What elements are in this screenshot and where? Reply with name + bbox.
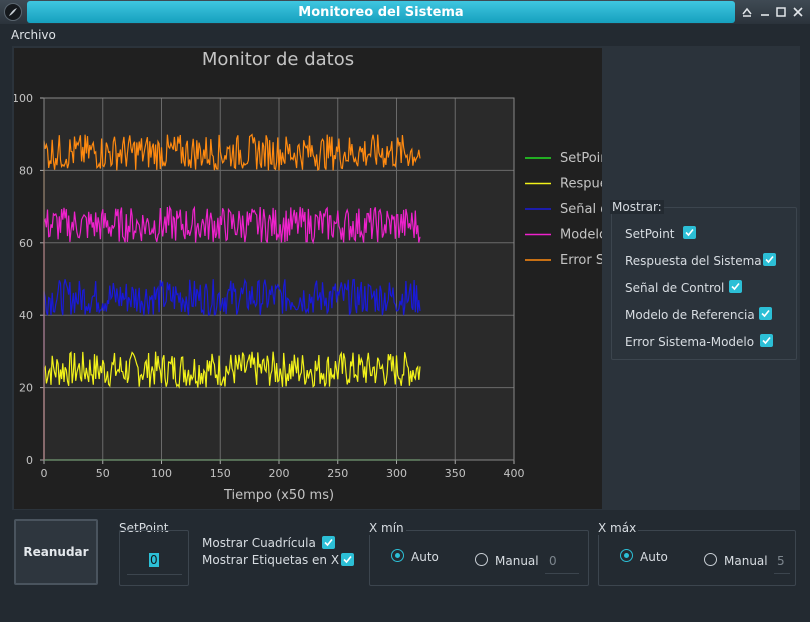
mostrar-error-label: Error Sistema-Modelo [625, 335, 755, 349]
maximize-icon[interactable] [772, 3, 790, 21]
xmin-input[interactable]: 0 [545, 553, 579, 574]
mostrar-cuadricula-label: Mostrar Cuadrícula [202, 536, 316, 550]
xmax-manual-label: Manual [724, 554, 768, 568]
xmax-manual-radio[interactable] [704, 553, 717, 566]
legend-label: Respuesta [560, 177, 602, 192]
mostrar-senal-label: Señal de Control [625, 281, 725, 295]
x-tick-label: 100 [151, 467, 172, 480]
window-title-area[interactable]: Monitoreo del Sistema [27, 1, 735, 23]
x-axis-label: Tiempo (x50 ms) [223, 488, 334, 503]
menu-bar: Archivo [0, 24, 810, 46]
xmin-title: X mín [367, 521, 406, 535]
x-tick-label: 400 [504, 467, 525, 480]
x-tick-label: 250 [327, 467, 348, 480]
y-tick-label: 80 [19, 164, 33, 177]
mostrar-etiquetas-label: Mostrar Etiquetas en X [202, 553, 340, 567]
close-icon[interactable] [789, 3, 807, 21]
xmin-value: 0 [549, 554, 557, 568]
chart-title: Monitor de datos [202, 49, 354, 70]
menu-archivo[interactable]: Archivo [11, 28, 56, 42]
x-tick-label: 200 [269, 467, 290, 480]
mostrar-cuadricula-checkbox[interactable] [322, 536, 335, 549]
x-tick-label: 0 [41, 467, 48, 480]
mostrar-setpoint-checkbox[interactable] [683, 226, 696, 239]
setpoint-input[interactable]: 0 [127, 552, 182, 575]
mostrar-title: Mostrar: [610, 200, 664, 214]
mostrar-setpoint-label: SetPoint [625, 227, 675, 241]
legend-label: Modelo [560, 228, 602, 243]
xmin-auto-label: Auto [411, 550, 439, 564]
x-tick-label: 50 [96, 467, 110, 480]
xmax-auto-radio[interactable] [620, 549, 633, 562]
legend-label: Error S [560, 253, 602, 268]
mostrar-error-checkbox[interactable] [760, 334, 773, 347]
y-tick-label: 0 [26, 454, 33, 467]
chart-svg: Monitor de datos 0 50 100 150 200 250 300 350 40… [12, 49, 628, 503]
y-tick-label: 100 [14, 92, 33, 105]
xmax-auto-label: Auto [640, 550, 668, 564]
mostrar-senal-checkbox[interactable] [729, 280, 742, 293]
legend-label: SetPoint [560, 151, 602, 166]
legend-label: Señal d [560, 202, 602, 217]
xmax-title: X máx [596, 521, 639, 535]
title-bar: Monitoreo del Sistema [0, 0, 810, 24]
app-icon[interactable] [4, 3, 22, 21]
xmax-value: 5 [777, 554, 785, 568]
y-tick-label: 40 [19, 309, 33, 322]
x-tick-label: 150 [210, 467, 231, 480]
xmax-input[interactable]: 5 [774, 553, 790, 574]
reanudar-button[interactable]: Reanudar [14, 519, 98, 585]
xmin-manual-label: Manual [495, 554, 539, 568]
chart-area: Monitor de datos 0 50 100 150 200 250 300 350 40… [12, 48, 628, 509]
legend: SetPoint Respuesta Señal d Modelo Error S [525, 151, 628, 268]
setpoint-value: 0 [149, 553, 159, 567]
shade-icon[interactable] [738, 3, 756, 21]
window-title: Monitoreo del Sistema [298, 5, 464, 20]
xmin-auto-radio[interactable] [391, 549, 404, 562]
xmin-manual-radio[interactable] [475, 553, 488, 566]
mostrar-etiquetas-checkbox[interactable] [341, 553, 354, 566]
mostrar-respuesta-label: Respuesta del Sistema [625, 254, 762, 268]
mostrar-modelo-checkbox[interactable] [759, 307, 772, 320]
mostrar-modelo-label: Modelo de Referencia [625, 308, 755, 322]
y-tick-label: 60 [19, 237, 33, 250]
mostrar-respuesta-checkbox[interactable] [763, 253, 776, 266]
x-tick-label: 300 [386, 467, 407, 480]
x-tick-label: 350 [445, 467, 466, 480]
y-tick-label: 20 [19, 382, 33, 395]
